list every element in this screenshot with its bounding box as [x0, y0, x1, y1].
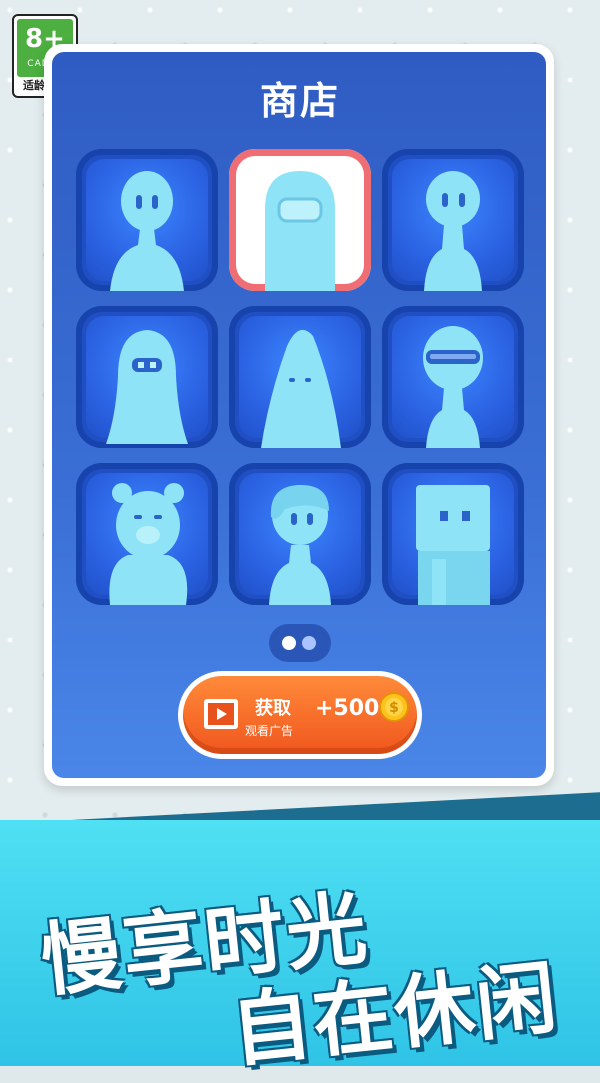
character-cell-stick-figure[interactable] — [76, 149, 218, 291]
character-cell-astronaut[interactable] — [229, 149, 371, 291]
page-dot-inactive[interactable] — [302, 636, 316, 650]
ghost-character-icon — [106, 330, 188, 444]
character-cell-girl[interactable] — [229, 463, 371, 605]
stick-figure-character-icon — [110, 171, 184, 291]
reward-subtext: 观看广告 — [245, 724, 294, 738]
alien-character-icon — [424, 171, 482, 291]
character-cell-alien[interactable] — [382, 149, 524, 291]
page-dot-active[interactable] — [282, 636, 296, 650]
watch-ad-reward-button[interactable]: 获取 观看广告 +500 $ — [178, 671, 422, 759]
svg-text:$: $ — [389, 700, 399, 716]
coin-icon: $ — [379, 692, 409, 722]
character-cell-cone[interactable] — [229, 306, 371, 448]
character-cell-ghost[interactable] — [76, 306, 218, 448]
character-cell-bear[interactable] — [76, 463, 218, 605]
cone-character-icon — [261, 329, 341, 448]
video-icon — [204, 699, 238, 729]
reward-action-label: 获取 — [255, 698, 291, 719]
box-head-character-icon — [416, 485, 490, 605]
astronaut-character-icon — [265, 171, 335, 291]
girl-character-icon — [269, 485, 331, 605]
bear-character-icon — [109, 483, 188, 605]
visor-character-icon — [423, 326, 483, 448]
reward-amount: +500 — [315, 696, 380, 721]
character-cell-box-head[interactable] — [382, 463, 524, 605]
character-cell-visor[interactable] — [382, 306, 524, 448]
page-title: 商店 — [259, 79, 340, 123]
page-indicator[interactable] — [269, 624, 331, 662]
